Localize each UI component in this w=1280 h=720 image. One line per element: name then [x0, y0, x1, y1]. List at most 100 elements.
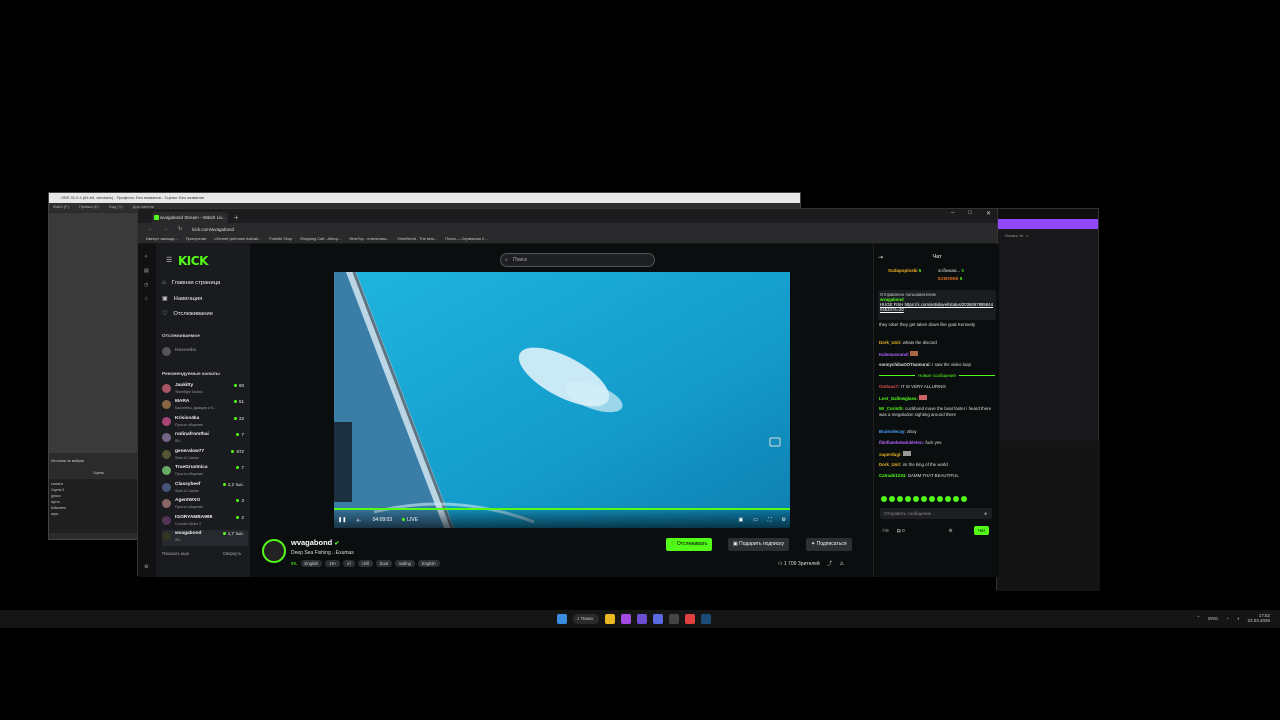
- emote-icon[interactable]: [905, 496, 911, 502]
- gift-sub-button[interactable]: ▣ Подарить подписку: [728, 538, 789, 551]
- clock[interactable]: 17:52 23.03.2026: [1247, 613, 1270, 623]
- browser-tab[interactable]: wvagabond Stream - Watch Liv...: [152, 212, 228, 223]
- chat-input[interactable]: Отправить сообщение ☻: [880, 508, 992, 519]
- emote-icon[interactable]: [937, 496, 943, 502]
- show-more-link[interactable]: Показать еще: [162, 551, 189, 556]
- bookmark-item[interactable]: Fortnite Shop: [269, 235, 292, 243]
- channel-item[interactable]: TrueGrustnica Просто общение 7: [162, 464, 248, 480]
- reload-icon[interactable]: ↻: [178, 226, 182, 232]
- browser-icon[interactable]: [685, 614, 695, 624]
- bookmark-item[interactable]: Импорт закладо...: [146, 235, 178, 243]
- url-field[interactable]: kick.com/wvagabond: [192, 227, 234, 232]
- emote-icon[interactable]: [953, 496, 959, 502]
- start-icon[interactable]: [557, 614, 567, 624]
- obs-menu-edit[interactable]: Правка (E): [79, 203, 99, 211]
- clip-icon[interactable]: ▣: [739, 517, 744, 523]
- taskbar-search[interactable]: ⌕ Поиск: [573, 614, 599, 624]
- bookmark-item[interactable]: Shopping Cart - Aliexp...: [300, 235, 341, 243]
- streamer-name[interactable]: wvagabond ✔: [291, 538, 339, 547]
- theater-icon[interactable]: ▭: [753, 517, 758, 523]
- pinned-message[interactable]: Отправлено пользователем wvagabond HUGE …: [878, 290, 996, 320]
- emote-icon[interactable]: [897, 496, 903, 502]
- obs-icon[interactable]: [669, 614, 679, 624]
- close-icon[interactable]: ✕: [986, 210, 991, 217]
- app-icon[interactable]: [621, 614, 631, 624]
- discord-icon[interactable]: [653, 614, 663, 624]
- channel-item[interactable]: Classybeef Slots & Casino 2,2 тыс.: [162, 481, 248, 497]
- bookmark-item[interactable]: VimeWorld - The best...: [397, 235, 437, 243]
- scene-item[interactable]: игра: [51, 511, 135, 517]
- emote-icon[interactable]: [913, 496, 919, 502]
- emoji-icon[interactable]: ☻: [983, 508, 988, 519]
- bookmark-item[interactable]: Пристрелки: [186, 235, 207, 243]
- collapse-link[interactable]: Свернуть: [223, 551, 241, 556]
- emote-icon[interactable]: [945, 496, 951, 502]
- emote-icon[interactable]: [921, 496, 927, 502]
- rail-icon[interactable]: ☆: [144, 296, 148, 302]
- volume-icon[interactable]: ◖: [1237, 616, 1240, 621]
- emote-icon[interactable]: [889, 496, 895, 502]
- channel-item[interactable]: AgentWXO Просто общение 3: [162, 497, 248, 513]
- bookmark-item[interactable]: Почта — Сервисная С...: [445, 235, 488, 243]
- network-icon[interactable]: ◔: [1226, 616, 1229, 621]
- video-player[interactable]: [334, 272, 790, 528]
- bookmark-item[interactable]: uTorrent (жёсткие Activati...: [214, 235, 261, 243]
- player-progress-bar[interactable]: [334, 508, 790, 510]
- tray-chevron-icon[interactable]: ⌃: [1196, 615, 1200, 621]
- pinned-text[interactable]: HUGE FISH https://x.com/antislavel/statu…: [880, 302, 994, 312]
- category-link[interactable]: IRL: [291, 560, 298, 567]
- report-icon[interactable]: ⚠: [840, 561, 844, 567]
- search-input[interactable]: ⌕ Поиск: [500, 253, 655, 267]
- language-indicator[interactable]: ENG: [1208, 616, 1218, 621]
- tag[interactable]: English: [300, 560, 323, 567]
- streamer-avatar[interactable]: [262, 539, 286, 563]
- minimize-icon[interactable]: –: [951, 210, 954, 217]
- back-icon[interactable]: ←: [148, 226, 153, 232]
- channel-item[interactable]: Krisiso4ka Просто общение 22: [162, 415, 248, 431]
- obs-menu-view[interactable]: Вид (V): [109, 203, 123, 211]
- tag[interactable]: chill: [357, 560, 373, 567]
- follow-button[interactable]: ♡ Отслеживать: [666, 538, 713, 551]
- nav-following[interactable]: ♡ Отслеживание: [162, 310, 213, 318]
- bookmark-item[interactable]: VimeTop - статистика...: [349, 235, 389, 243]
- tag[interactable]: boat: [375, 560, 393, 567]
- channel-item[interactable]: MARA Бассейны, джакузи и б... 51: [162, 398, 248, 414]
- rail-icon[interactable]: ◷: [144, 282, 148, 288]
- tag[interactable]: English: [417, 560, 440, 567]
- settings-icon[interactable]: ⚙: [144, 564, 148, 570]
- forward-icon[interactable]: →: [163, 226, 168, 232]
- fullscreen-icon[interactable]: ⛶: [768, 517, 772, 523]
- kick-logo[interactable]: KICK: [178, 254, 208, 268]
- channel-item[interactable]: Jaukitty Teamfight Tactics 60: [162, 382, 248, 398]
- steam-icon[interactable]: [701, 614, 711, 624]
- nav-home[interactable]: ⌂ Главная страница: [162, 280, 220, 286]
- gifter-item[interactable]: EZMONIE 5: [938, 276, 962, 281]
- emote-icon[interactable]: [929, 496, 935, 502]
- gifter-item[interactable]: Sudapopinski 5: [888, 268, 921, 273]
- channel-item-active[interactable]: wvagabond IRL 1,7 тыс.: [162, 530, 248, 546]
- side-app-search[interactable]: Искать «fi...»: [1005, 232, 1090, 239]
- rail-icon[interactable]: ▤: [144, 268, 149, 274]
- drops-counter[interactable]: ▤ 0: [897, 528, 905, 534]
- menu-icon[interactable]: ☰: [166, 256, 172, 264]
- share-icon[interactable]: ⤴: [827, 561, 832, 567]
- pause-icon[interactable]: ❚❚: [338, 517, 346, 523]
- maximize-icon[interactable]: □: [968, 210, 972, 217]
- emote-icon[interactable]: [881, 496, 887, 502]
- rail-icon[interactable]: ✧: [144, 254, 148, 260]
- subscribe-button[interactable]: ✦ Подписаться: [806, 538, 852, 551]
- channel-item[interactable]: IGORYAMBA999 Counter-Strike 22: [162, 514, 248, 530]
- chat-settings-icon[interactable]: ⚙: [949, 528, 953, 534]
- tag[interactable]: 18+: [325, 560, 341, 567]
- following-item[interactable]: Никнейм: [162, 345, 248, 361]
- volume-icon[interactable]: 🔈: [356, 517, 362, 523]
- obs-menu-file[interactable]: Файл (F): [53, 203, 69, 211]
- app-icon[interactable]: [637, 614, 647, 624]
- chat-send-button[interactable]: Чат: [974, 526, 990, 535]
- new-tab-icon[interactable]: +: [234, 212, 239, 223]
- channel-item[interactable]: generalow77 Slots & Casino 872: [162, 448, 248, 464]
- channel-item[interactable]: rodinafromthai IRL 7: [162, 431, 248, 447]
- explorer-icon[interactable]: [605, 614, 615, 624]
- settings-icon[interactable]: ⚙: [782, 517, 786, 523]
- tag[interactable]: irl: [343, 560, 355, 567]
